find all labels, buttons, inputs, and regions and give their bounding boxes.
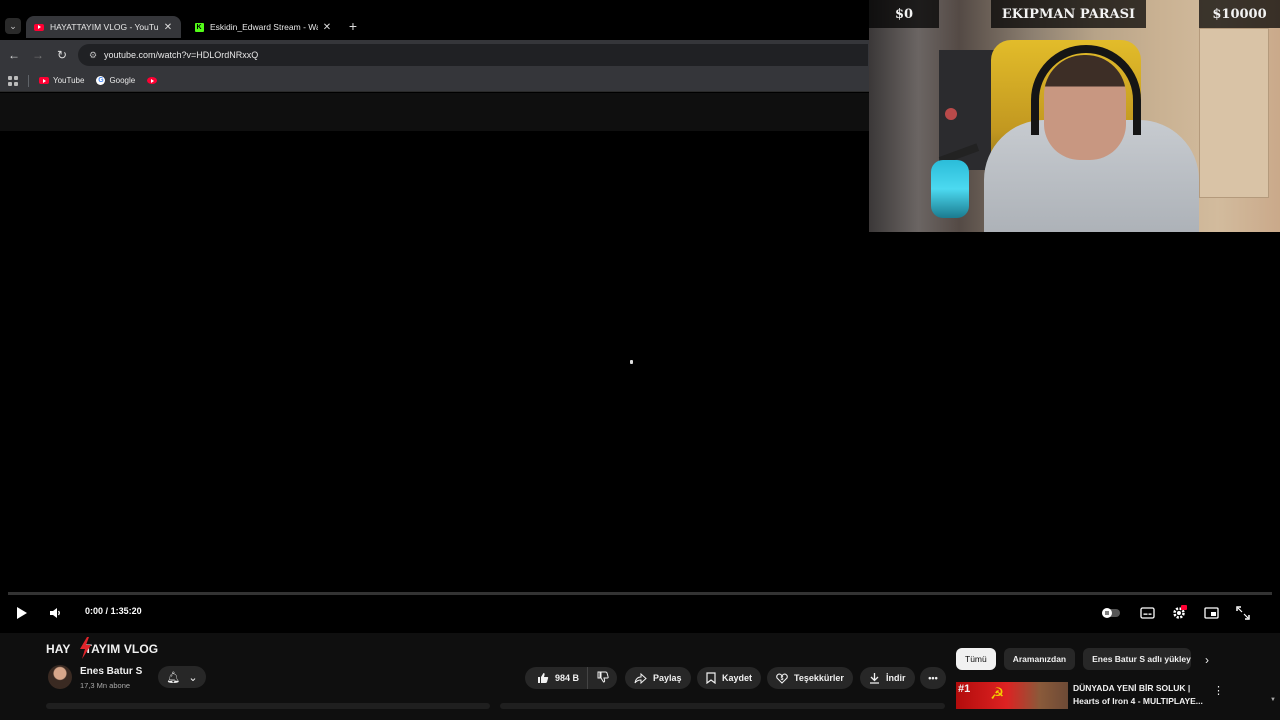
thumbs-down-icon (597, 671, 609, 685)
like-dislike-group: 984 B (525, 667, 617, 689)
lightning-bolt-icon (80, 637, 91, 659)
youtube-music-icon (147, 77, 158, 84)
background-door (1199, 28, 1269, 198)
subscriber-count: 17,3 Mn abone (80, 681, 131, 690)
webcam-overlay: $0 EKIPMAN PARASI $10000 (869, 0, 1280, 232)
bookmark-icon (706, 672, 716, 684)
bookmark-label: YouTube (53, 76, 85, 85)
share-arrow-icon (634, 672, 647, 684)
settings-gear-icon[interactable] (1169, 604, 1189, 622)
subscribed-notification-button[interactable]: 🔔︎ ⌄ (158, 666, 206, 688)
thanks-button[interactable]: $ Teşekkürler (767, 667, 853, 689)
apps-grid-icon[interactable] (8, 75, 18, 86)
google-icon: G (96, 76, 106, 85)
kick-icon: K (194, 22, 204, 32)
loading-spinner (630, 360, 633, 364)
chip-all[interactable]: Tümü (956, 648, 996, 670)
goal-label: EKIPMAN PARASI (991, 0, 1146, 28)
more-actions-button[interactable]: ••• (920, 667, 946, 689)
bookmark-label: Google (109, 76, 136, 85)
goal-max-amount: $10000 (1199, 0, 1280, 28)
forward-arrow-icon[interactable]: → (30, 47, 46, 63)
address-bar[interactable]: ⚙ youtube.com/watch?v=HDLOrdNRxxQ (78, 44, 868, 66)
watch-metadata: HAY TAYIM VLOG Enes Batur S 17,3 Mn abone… (0, 633, 1280, 720)
fullscreen-icon[interactable] (1233, 604, 1253, 622)
like-button[interactable]: 984 B (525, 667, 589, 689)
tab-search-button[interactable]: ⌄ (5, 18, 21, 34)
close-tab-icon[interactable]: ✕ (322, 22, 332, 33)
more-vertical-icon[interactable]: ⋮ (1213, 684, 1224, 698)
player-controls: 0:00 / 1:35:20 (0, 598, 1280, 628)
download-icon (869, 672, 880, 684)
recommendation-title-line-2[interactable]: Hearts of Iron 4 - MULTIPLAYE... (1073, 696, 1203, 706)
goal-min-amount: $0 (869, 0, 939, 28)
share-button[interactable]: Paylaş (625, 667, 691, 689)
recommendation-thumbnail[interactable]: #1 ☭ (956, 682, 1068, 709)
svg-text:$: $ (781, 676, 784, 682)
tab-kick-stream[interactable]: K Eskidin_Edward Stream - Watch ✕ (186, 16, 340, 38)
bookmark-youtube-music[interactable] (147, 77, 161, 84)
thanks-label: Teşekkürler (794, 673, 844, 683)
chevron-down-icon: ⌄ (188, 671, 198, 684)
time-current: 0:00 (85, 606, 104, 616)
url-text: youtube.com/watch?v=HDLOrdNRxxQ (104, 50, 259, 60)
new-tab-button[interactable]: + (346, 19, 360, 33)
browser-toolbar: ← → ↻ ⚙ youtube.com/watch?v=HDLOrdNRxxQ (0, 40, 870, 70)
back-arrow-icon[interactable]: ← (6, 47, 22, 63)
play-icon[interactable] (12, 604, 32, 622)
bell-icon: 🔔︎ (166, 671, 181, 684)
microphone (931, 160, 969, 218)
site-info-icon[interactable]: ⚙ (86, 48, 100, 62)
comments-box-edge (500, 703, 945, 709)
progress-bar[interactable] (8, 592, 1272, 595)
autoplay-toggle-icon[interactable] (1101, 604, 1121, 622)
chevron-right-icon[interactable]: › (1200, 653, 1214, 667)
tab-youtube[interactable]: HAYATTAYIM VLOG - YouTube ✕ (26, 16, 181, 38)
bookmark-google[interactable]: G Google (96, 76, 135, 85)
hammer-sickle-icon: ☭ (990, 686, 1005, 703)
bookmarks-bar: YouTube G Google (0, 70, 870, 92)
download-button[interactable]: İndir (860, 667, 915, 689)
youtube-icon (39, 77, 49, 84)
volume-icon[interactable] (45, 604, 65, 622)
video-title-part-1: HAY (46, 642, 71, 656)
bookmark-divider (28, 74, 29, 87)
video-title-part-2: TAYIM VLOG (84, 642, 159, 656)
youtube-icon (34, 22, 44, 32)
save-label: Kaydet (722, 673, 753, 683)
trending-rank: #1 (958, 683, 971, 695)
share-label: Paylaş (653, 673, 682, 683)
time-separator: / (105, 606, 109, 616)
time-display: 0:00 / 1:35:20 (85, 606, 142, 616)
time-total: 1:35:20 (110, 606, 142, 616)
related-chips: Tümü Aramanızdan Enes Batur S adlı yükle… (956, 648, 1192, 670)
download-label: İndir (886, 673, 906, 683)
like-count: 984 B (555, 673, 580, 683)
scroll-down-arrow-icon[interactable]: ▼ (1270, 697, 1276, 703)
description-box-edge (46, 703, 490, 709)
channel-avatar[interactable] (48, 665, 72, 689)
chip-from-uploader[interactable]: Enes Batur S adlı yükleyici (1083, 648, 1192, 670)
tab-title: Eskidin_Edward Stream - Watch (210, 22, 318, 32)
tab-title: HAYATTAYIM VLOG - YouTube (50, 22, 159, 32)
recommendation-title-line-1[interactable]: DÜNYADA YENİ BİR SOLUK | (1073, 683, 1190, 693)
dislike-button[interactable] (588, 667, 617, 689)
video-title: HAY TAYIM VLOG (46, 642, 158, 656)
subtitles-icon[interactable] (1137, 604, 1157, 622)
thumbs-up-icon (537, 672, 549, 684)
channel-name[interactable]: Enes Batur S (80, 666, 142, 677)
equipment-money-bar: $0 EKIPMAN PARASI $10000 (869, 0, 1280, 28)
reload-icon[interactable]: ↻ (54, 47, 70, 63)
super-thanks-icon: $ (776, 672, 788, 684)
save-button[interactable]: Kaydet (697, 667, 762, 689)
bookmark-youtube[interactable]: YouTube (39, 76, 84, 85)
youtube-masthead (0, 93, 870, 131)
close-tab-icon[interactable]: ✕ (163, 22, 173, 33)
chip-from-search[interactable]: Aramanızdan (1003, 648, 1076, 670)
more-horizontal-icon: ••• (928, 673, 938, 683)
miniplayer-icon[interactable] (1201, 604, 1221, 622)
